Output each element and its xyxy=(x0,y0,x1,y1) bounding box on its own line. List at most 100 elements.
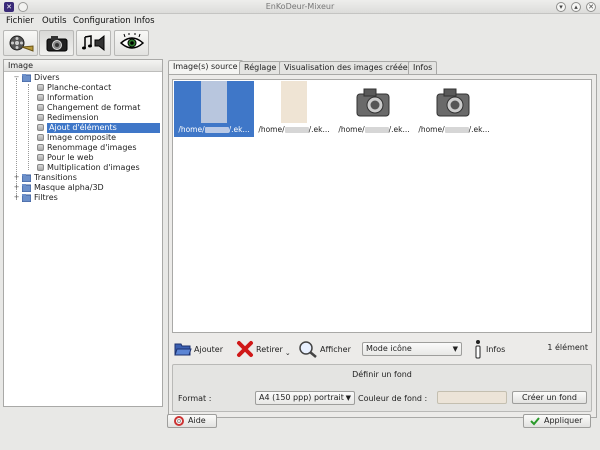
background-color-picker[interactable] xyxy=(437,391,507,404)
image-preview-icon xyxy=(281,81,307,123)
folder-icon xyxy=(22,174,31,182)
tree-item[interactable]: Image composite xyxy=(4,133,162,143)
folder-icon xyxy=(22,74,31,82)
tree-node-transitions[interactable]: + Transitions xyxy=(4,173,162,183)
main-area: Image(s) source Réglage Visualisation de… xyxy=(168,59,597,418)
image-preview-icon xyxy=(201,81,227,123)
menu-configuration[interactable]: Configuration xyxy=(73,16,131,26)
tree-item[interactable]: Pour le web xyxy=(4,153,162,163)
aide-button[interactable]: Aide xyxy=(167,414,217,428)
camera-icon xyxy=(356,88,390,117)
thumbnail-caption: /home//.ek... xyxy=(258,125,330,134)
chevron-down-icon: ▼ xyxy=(345,394,351,402)
tab-image-source[interactable]: Image(s) source xyxy=(168,60,243,75)
thumbnail[interactable]: /home//.ek... xyxy=(174,81,254,137)
tree-label: Multiplication d'images xyxy=(47,163,140,172)
music-speaker-icon xyxy=(81,34,104,52)
source-image-list[interactable]: /home//.ek... /home//.ek... /home//.ek..… xyxy=(172,79,592,333)
item-icon xyxy=(37,134,44,141)
tree-node-masque[interactable]: + Masque alpha/3D xyxy=(4,183,162,193)
chevron-down-icon: ▼ xyxy=(452,345,458,353)
audio-tool-button[interactable] xyxy=(76,30,111,56)
item-icon xyxy=(37,94,44,101)
help-lifebuoy-icon xyxy=(174,416,184,426)
creer-fond-button[interactable]: Créer un fond xyxy=(512,391,587,404)
folder-icon xyxy=(22,184,31,192)
format-label: Format : xyxy=(178,394,212,403)
menu-bar: Fichier Outils Configuration Infos xyxy=(0,14,600,28)
expand-icon[interactable]: + xyxy=(13,174,20,181)
aide-label: Aide xyxy=(188,416,206,425)
chevron-down-icon[interactable]: ⌄ xyxy=(285,349,291,357)
menu-outils[interactable]: Outils xyxy=(42,16,67,26)
category-tree-panel: Image − Divers Planche-contact Informati… xyxy=(3,59,163,407)
thumbnail[interactable]: /home//.ek... xyxy=(254,81,334,137)
tree-node-divers[interactable]: − Divers xyxy=(4,73,162,83)
toolbar xyxy=(0,29,600,57)
tree-label: Transitions xyxy=(34,173,77,182)
thumbnail-caption: /home//.ek... xyxy=(418,125,490,134)
item-icon xyxy=(37,124,44,131)
minimize-button[interactable]: ▾ xyxy=(556,2,566,12)
magnifier-icon xyxy=(299,341,317,358)
tree-item[interactable]: Information xyxy=(4,93,162,103)
expand-icon[interactable]: + xyxy=(13,184,20,191)
tree-label: Renommage d'images xyxy=(47,143,137,152)
tree-label: Pour le web xyxy=(47,153,94,162)
checkmark-icon xyxy=(530,417,540,426)
thumbnail[interactable]: /home//.ek... xyxy=(334,81,414,137)
view-tool-button[interactable] xyxy=(114,30,149,56)
tree-header: Image xyxy=(4,60,162,72)
infos-button[interactable]: Infos xyxy=(472,339,505,359)
format-value: A4 (150 ppp) portrait xyxy=(259,393,344,402)
afficher-label: Afficher xyxy=(320,344,351,354)
expand-icon[interactable]: + xyxy=(13,194,20,201)
collapse-icon[interactable]: − xyxy=(13,74,20,81)
view-mode-select[interactable]: Mode icône ▼ xyxy=(362,342,462,356)
afficher-button[interactable]: Afficher xyxy=(298,339,351,359)
video-tool-button[interactable] xyxy=(3,30,38,56)
menu-fichier[interactable]: Fichier xyxy=(6,16,34,26)
maximize-button[interactable]: ▴ xyxy=(571,2,581,12)
item-count: 1 élément xyxy=(547,343,588,352)
view-mode-value: Mode icône xyxy=(366,344,412,353)
tree-node-filtres[interactable]: + Filtres xyxy=(4,193,162,203)
menu-infos[interactable]: Infos xyxy=(134,16,155,26)
item-icon xyxy=(37,114,44,121)
tree-item[interactable]: Changement de format xyxy=(4,103,162,113)
image-tool-button[interactable] xyxy=(39,30,74,56)
retirer-button[interactable]: Retirer ⌄ xyxy=(236,339,291,359)
thumbnail-caption: /home//.ek... xyxy=(338,125,410,134)
format-select[interactable]: A4 (150 ppp) portrait ▼ xyxy=(255,391,355,405)
tree-label: Masque alpha/3D xyxy=(34,183,104,192)
tree-item-selected[interactable]: Ajout d'éléments xyxy=(4,123,162,133)
tree-label: Changement de format xyxy=(47,103,141,112)
tree-label: Ajout d'éléments xyxy=(47,123,160,133)
tree-item[interactable]: Renommage d'images xyxy=(4,143,162,153)
close-button[interactable]: ✕ xyxy=(586,2,596,12)
tree-label: Redimension xyxy=(47,113,99,122)
thumbnail[interactable]: /home//.ek... xyxy=(414,81,494,137)
tree-label: Information xyxy=(47,93,94,102)
infos-label: Infos xyxy=(486,344,506,354)
retirer-label: Retirer xyxy=(256,344,283,354)
info-icon xyxy=(475,340,481,359)
camera-icon xyxy=(436,88,470,117)
folder-icon xyxy=(22,194,31,202)
item-icon xyxy=(37,104,44,111)
tab-reglage[interactable]: Réglage xyxy=(239,61,282,74)
thumbnail-caption: /home//.ek... xyxy=(178,125,250,134)
couleur-label: Couleur de fond : xyxy=(358,394,428,403)
ajouter-button[interactable]: Ajouter xyxy=(174,339,223,359)
tab-visualisation[interactable]: Visualisation des images créées xyxy=(279,61,417,74)
camera-icon xyxy=(46,36,67,52)
appliquer-button[interactable]: Appliquer xyxy=(523,414,591,428)
tree-item[interactable]: Redimension xyxy=(4,113,162,123)
film-reel-icon xyxy=(9,35,33,52)
title-bar: ✕ EnKoDeur-Mixeur ▾ ▴ ✕ xyxy=(0,0,600,14)
tab-infos[interactable]: Infos xyxy=(408,61,438,74)
tree-item[interactable]: Multiplication d'images xyxy=(4,163,162,173)
open-folder-icon xyxy=(174,343,192,356)
window-title: EnKoDeur-Mixeur xyxy=(265,2,335,11)
tree-item[interactable]: Planche-contact xyxy=(4,83,162,93)
